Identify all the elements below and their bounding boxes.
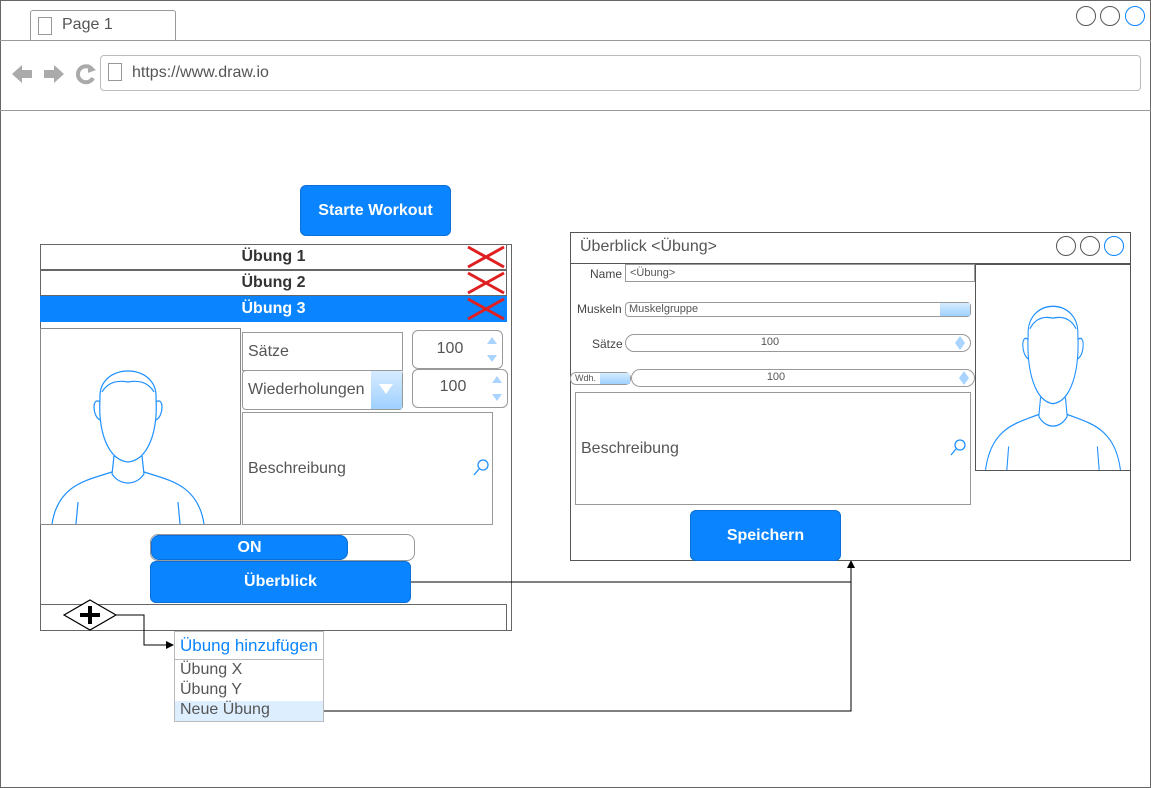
overview-title: Überblick <Übung> <box>580 238 717 255</box>
muscles-label: Muskeln <box>577 302 622 316</box>
name-value: <Übung> <box>630 267 676 279</box>
overview-sets-value: 100 <box>760 336 780 348</box>
muscles-value: Muskelgruppe <box>629 303 699 315</box>
reps-unit-chevron-down-icon[interactable] <box>600 373 630 384</box>
overview-search-icon[interactable] <box>949 438 967 458</box>
overview-sets-label: Sätze <box>592 337 623 351</box>
overview-description-field[interactable]: Beschreibung <box>575 392 971 505</box>
overview-sets-arrows-icon[interactable] <box>952 335 968 351</box>
save-button[interactable]: Speichern <box>690 510 841 561</box>
name-field[interactable] <box>625 264 975 282</box>
overview-minimize-icon[interactable] <box>1056 236 1076 256</box>
muscles-chevron-down-icon[interactable] <box>940 303 970 316</box>
overview-reps-value: 100 <box>766 371 786 383</box>
name-label: Name <box>590 267 623 281</box>
overview-reps-arrows-icon[interactable] <box>956 370 972 386</box>
overview-maximize-icon[interactable] <box>1080 236 1100 256</box>
overview-person-avatar-icon <box>985 305 1121 470</box>
overview-close-icon[interactable] <box>1104 236 1124 256</box>
reps-unit-value: Wdh. <box>575 373 597 383</box>
